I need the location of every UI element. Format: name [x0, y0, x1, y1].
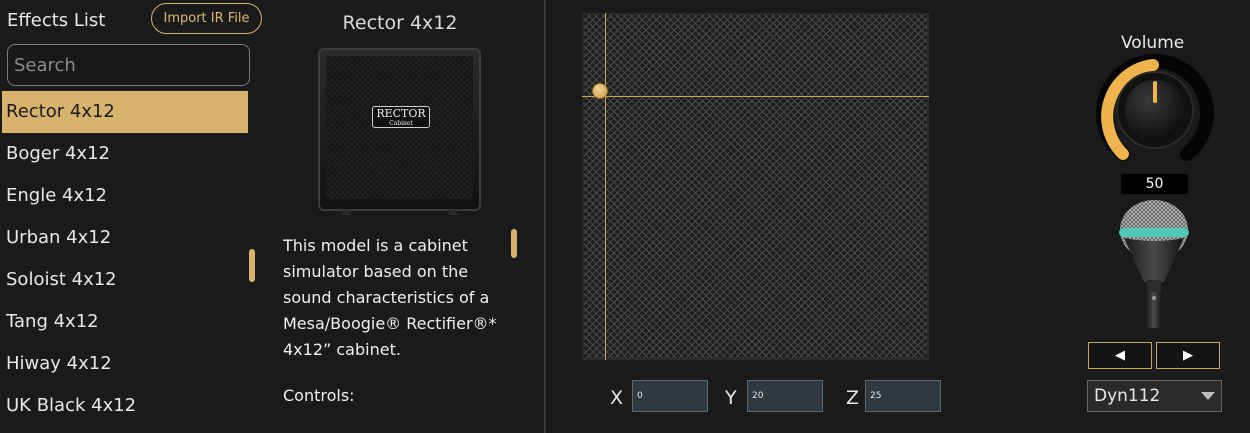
volume-pointer: [1153, 81, 1157, 103]
search-input[interactable]: [7, 44, 250, 86]
z-input[interactable]: [865, 380, 941, 412]
cabinet-image: RECTOR Cabinet: [318, 48, 481, 215]
cabinet-foot-right: [449, 210, 457, 215]
effects-list: Rector 4x12 Boger 4x12 Engle 4x12 Urban …: [2, 91, 248, 427]
crosshair-vertical: [605, 13, 606, 360]
cabinet-logo: RECTOR Cabinet: [372, 106, 430, 128]
y-label: Y: [725, 387, 737, 409]
cabinet-foot-left: [342, 210, 350, 215]
effect-item-hiway[interactable]: Hiway 4x12: [2, 343, 248, 385]
effect-item-engle[interactable]: Engle 4x12: [2, 175, 248, 217]
mic-position-grid[interactable]: [582, 13, 929, 360]
mic-position-handle[interactable]: [592, 83, 608, 99]
microphone-image: [1116, 200, 1192, 334]
description-scrollbar[interactable]: [511, 229, 517, 258]
panel-divider: [544, 0, 546, 433]
effect-item-urban[interactable]: Urban 4x12: [2, 217, 248, 259]
volume-label: Volume: [1121, 33, 1185, 53]
import-ir-file-button[interactable]: Import IR File: [151, 3, 262, 34]
model-title: Rector 4x12: [342, 12, 458, 34]
crosshair-horizontal: [582, 96, 929, 97]
volume-value: 50: [1121, 174, 1188, 194]
x-input[interactable]: [632, 380, 708, 412]
arrow-right-icon: ▶: [1183, 348, 1193, 363]
mic-type-select[interactable]: Dyn112: [1087, 380, 1222, 412]
mic-type-value: Dyn112: [1094, 386, 1161, 406]
effect-item-soloist[interactable]: Soloist 4x12: [2, 259, 248, 301]
x-label: X: [610, 387, 624, 409]
y-input[interactable]: [747, 380, 823, 412]
effect-item-rector[interactable]: Rector 4x12: [2, 91, 248, 133]
chevron-down-icon: [1201, 392, 1215, 400]
z-label: Z: [846, 387, 860, 409]
effect-item-boger[interactable]: Boger 4x12: [2, 133, 248, 175]
volume-knob[interactable]: [1095, 52, 1215, 167]
mic-prev-button[interactable]: ◀: [1088, 342, 1152, 369]
arrow-left-icon: ◀: [1115, 348, 1125, 363]
effects-list-title: Effects List: [7, 10, 106, 31]
model-description: This model is a cabinet simulator based …: [283, 236, 497, 359]
effects-list-scrollbar[interactable]: [249, 249, 255, 282]
effect-item-uk-black[interactable]: UK Black 4x12: [2, 385, 248, 427]
controls-label: Controls:: [283, 386, 355, 405]
mic-next-button[interactable]: ▶: [1156, 342, 1220, 369]
effect-item-tang[interactable]: Tang 4x12: [2, 301, 248, 343]
